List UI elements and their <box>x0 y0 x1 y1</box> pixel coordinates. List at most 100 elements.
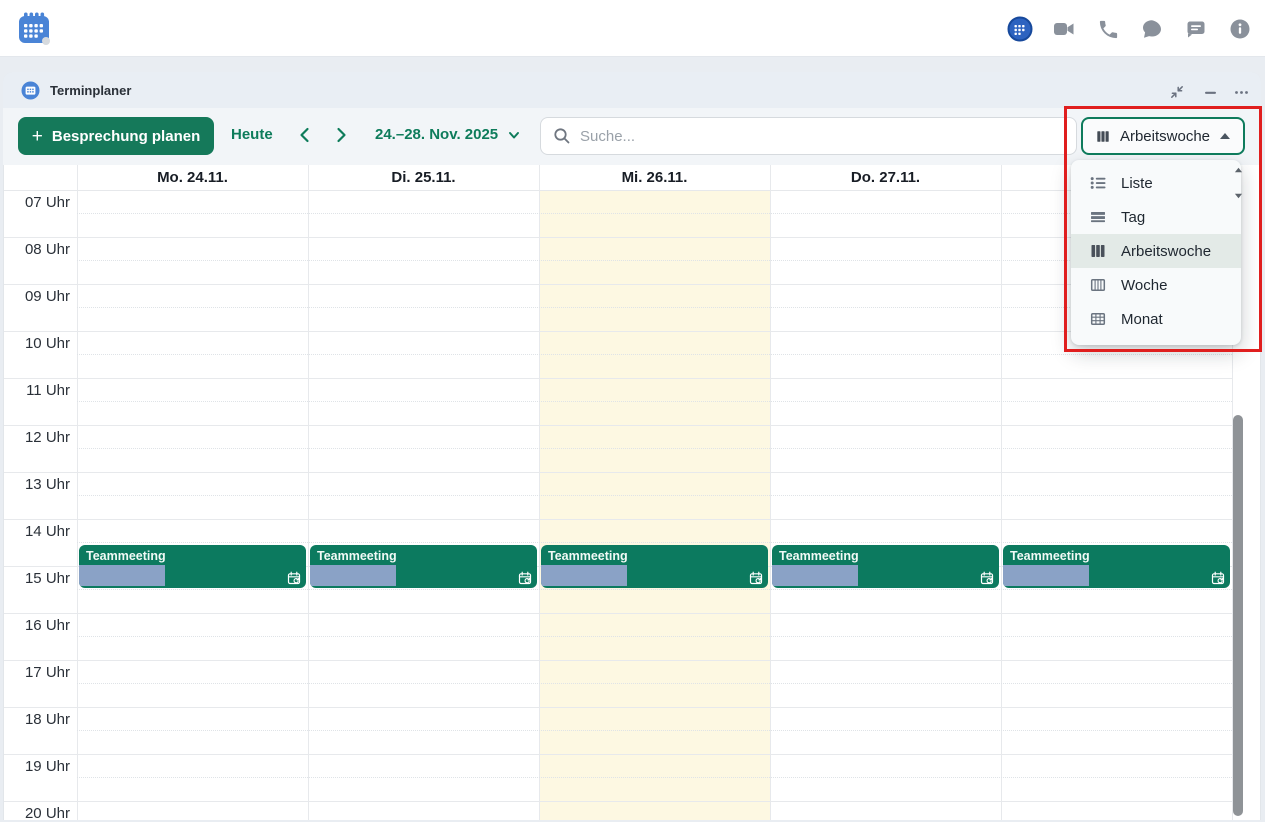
hour-label: 16 Uhr <box>0 617 70 634</box>
menu-item-woche[interactable]: Woche <box>1071 268 1241 302</box>
menu-item-label: Monat <box>1121 311 1163 328</box>
half-hour-line <box>77 730 1232 731</box>
event-teammeeting[interactable]: Teammeeting <box>310 545 537 588</box>
menu-item-tag[interactable]: Tag <box>1071 200 1241 234</box>
recurring-event-icon <box>287 571 301 585</box>
collapse-icon[interactable] <box>1168 84 1186 100</box>
date-range-picker[interactable]: 24.–28. Nov. 2025 <box>375 126 521 143</box>
day-view-icon <box>1090 209 1106 225</box>
event-title: Teammeeting <box>86 549 166 563</box>
busy-indicator-bar <box>1003 565 1089 586</box>
chat-icon[interactable] <box>1139 16 1165 42</box>
hour-line <box>4 801 1232 802</box>
chevron-up-icon <box>1220 133 1230 139</box>
terminplaner-active-icon[interactable] <box>1007 16 1033 42</box>
more-options-icon[interactable] <box>1232 84 1250 100</box>
menu-item-arbeitswoche[interactable]: Arbeitswoche <box>1071 234 1241 268</box>
event-title: Teammeeting <box>548 549 628 563</box>
recurring-event-icon <box>1211 571 1225 585</box>
hour-label: 19 Uhr <box>0 758 70 775</box>
hour-line <box>4 284 1232 285</box>
search-box[interactable] <box>540 117 1077 155</box>
half-hour-line <box>77 307 1232 308</box>
hour-label: 09 Uhr <box>0 288 70 305</box>
hour-label: 13 Uhr <box>0 476 70 493</box>
day-header: Mo. 24.11. <box>77 169 308 190</box>
scroll-up-icon[interactable] <box>1233 165 1244 176</box>
menu-item-liste[interactable]: Liste <box>1071 166 1241 200</box>
half-hour-line <box>77 777 1232 778</box>
busy-indicator-bar <box>310 565 396 586</box>
search-input[interactable] <box>580 128 1064 145</box>
column-line <box>539 165 540 820</box>
hour-line <box>4 237 1232 238</box>
workweek-view-icon <box>1096 129 1110 144</box>
month-view-icon <box>1090 311 1106 327</box>
video-call-icon[interactable] <box>1051 16 1077 42</box>
hour-label: 07 Uhr <box>0 194 70 211</box>
phone-icon[interactable] <box>1095 16 1121 42</box>
half-hour-line <box>77 448 1232 449</box>
hour-line <box>4 331 1232 332</box>
busy-indicator-bar <box>79 565 165 586</box>
busy-indicator-bar <box>541 565 627 586</box>
date-range-label: 24.–28. Nov. 2025 <box>375 126 498 143</box>
hour-line <box>4 472 1232 473</box>
info-icon[interactable] <box>1227 16 1253 42</box>
event-teammeeting[interactable]: Teammeeting <box>772 545 999 588</box>
search-icon <box>553 127 571 145</box>
list-view-icon <box>1090 175 1106 191</box>
hour-line <box>4 613 1232 614</box>
plus-icon: + <box>32 127 43 146</box>
event-teammeeting[interactable]: Teammeeting <box>1003 545 1230 588</box>
hour-label: 10 Uhr <box>0 335 70 352</box>
half-hour-line <box>77 260 1232 261</box>
hour-label: 14 Uhr <box>0 523 70 540</box>
chevron-left-icon[interactable] <box>294 124 316 146</box>
scroll-down-icon[interactable] <box>1233 190 1244 201</box>
chevron-right-icon[interactable] <box>330 124 352 146</box>
half-hour-line <box>77 683 1232 684</box>
hour-label: 11 Uhr <box>0 382 70 399</box>
hour-label: 12 Uhr <box>0 429 70 446</box>
calendar-grid-body[interactable] <box>77 191 1232 820</box>
half-hour-line <box>77 401 1232 402</box>
hour-label: 08 Uhr <box>0 241 70 258</box>
menu-item-label: Tag <box>1121 209 1145 226</box>
hour-line <box>4 754 1232 755</box>
hour-line <box>4 519 1232 520</box>
menu-item-label: Woche <box>1121 277 1167 294</box>
view-selector-label: Arbeitswoche <box>1120 128 1210 145</box>
event-teammeeting[interactable]: Teammeeting <box>79 545 306 588</box>
vertical-scrollbar[interactable] <box>1233 415 1243 816</box>
hour-label: 20 Uhr <box>0 805 70 822</box>
plan-meeting-label: Besprechung planen <box>52 128 200 145</box>
event-teammeeting[interactable]: Teammeeting <box>541 545 768 588</box>
half-hour-line <box>77 589 1232 590</box>
event-title: Teammeeting <box>1010 549 1090 563</box>
recurring-event-icon <box>749 571 763 585</box>
comment-icon[interactable] <box>1183 16 1209 42</box>
menu-item-label: Liste <box>1121 175 1153 192</box>
plan-meeting-button[interactable]: + Besprechung planen <box>18 117 214 155</box>
menu-item-monat[interactable]: Monat <box>1071 302 1241 336</box>
hour-line <box>4 425 1232 426</box>
half-hour-line <box>77 495 1232 496</box>
event-title: Teammeeting <box>317 549 397 563</box>
minimize-icon[interactable] <box>1201 84 1219 100</box>
recurring-event-icon <box>980 571 994 585</box>
column-line <box>77 165 78 820</box>
half-hour-line <box>77 213 1232 214</box>
hour-label: 15 Uhr <box>0 570 70 587</box>
busy-indicator-bar <box>772 565 858 586</box>
event-title: Teammeeting <box>779 549 859 563</box>
half-hour-line <box>77 636 1232 637</box>
hour-label: 17 Uhr <box>0 664 70 681</box>
half-hour-line <box>77 354 1232 355</box>
today-button[interactable]: Heute <box>231 126 273 143</box>
view-selector-button[interactable]: Arbeitswoche <box>1081 117 1245 155</box>
half-hour-line <box>77 542 1232 543</box>
workweek-view-icon <box>1090 243 1106 259</box>
hour-line <box>4 707 1232 708</box>
column-line <box>308 165 309 820</box>
